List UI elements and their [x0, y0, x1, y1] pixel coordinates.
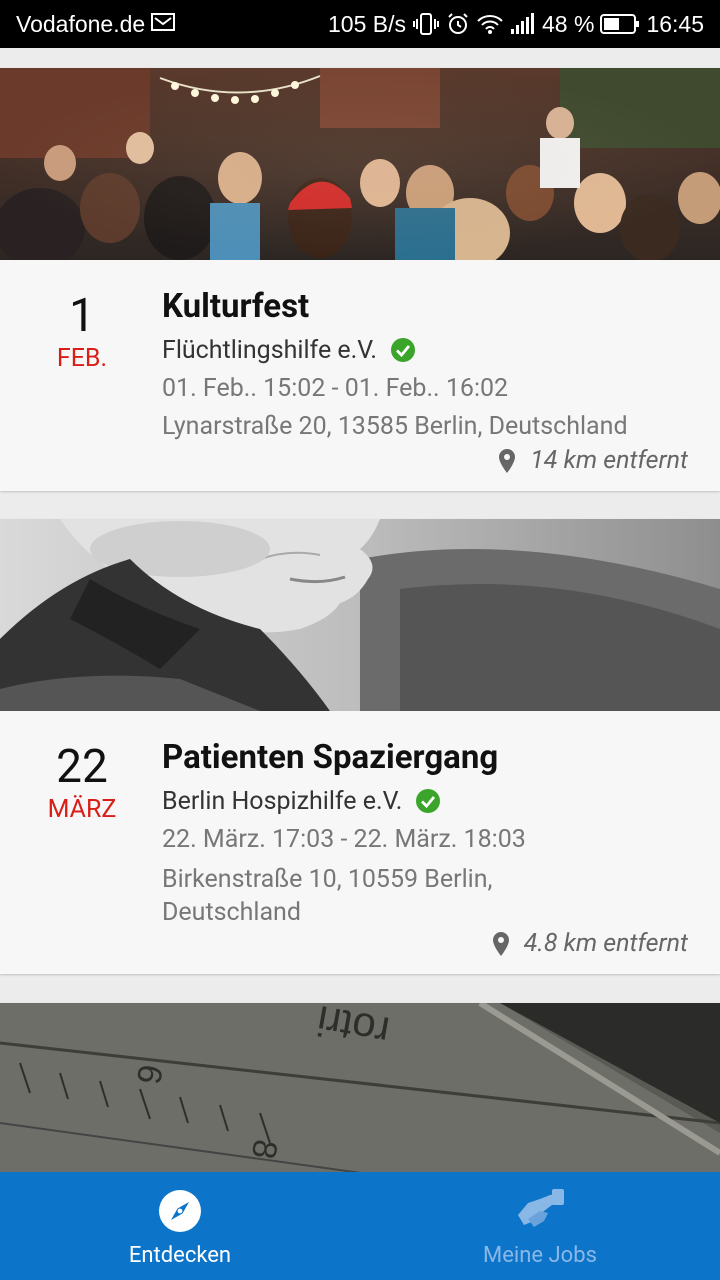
event-title[interactable]: Kulturfest [162, 284, 690, 330]
bottom-navigation: Entdecken Meine Jobs [0, 1172, 720, 1280]
vibrate-icon [412, 12, 440, 36]
distance-label: 14 km entfernt [530, 446, 688, 475]
event-distance: 4.8 km entfernt [492, 929, 688, 958]
clock: 16:45 [646, 10, 704, 37]
event-time-range: 01. Feb.. 15:02 - 01. Feb.. 16:02 [162, 374, 509, 403]
carrier-label: Vodafone.de [16, 10, 146, 37]
event-title[interactable]: Patienten Spaziergang [162, 735, 690, 781]
event-date: 22 MÄRZ [0, 741, 164, 827]
event-address-line2: Deutschland [162, 898, 301, 927]
wifi-icon [476, 13, 504, 35]
location-pin-icon [499, 448, 516, 473]
event-card[interactable]: 1 FEB. Kulturfest Flüchtlingshilfe e.V. … [0, 68, 720, 491]
battery-percent: 48 % [542, 10, 595, 37]
verified-check-icon [416, 789, 441, 813]
event-day: 22 [56, 740, 108, 794]
net-speed: 105 B/s [328, 10, 406, 37]
event-date: 1 FEB. [0, 290, 164, 376]
nav-tab-my-jobs[interactable]: Meine Jobs [360, 1172, 720, 1280]
ruler-photo: 6 8 rotri [0, 1003, 720, 1172]
message-icon [151, 11, 176, 38]
event-info: Kulturfest Flüchtlingshilfe e.V. 01. Feb… [162, 284, 690, 446]
event-address: Birkenstraße 10, 10559 Berlin, [162, 865, 493, 894]
handshake-icon [518, 1188, 564, 1227]
location-pin-icon [492, 931, 509, 956]
nav-tab-discover[interactable]: Entdecken [0, 1172, 360, 1280]
organization-name[interactable]: Berlin Hospizhilfe e.V. [162, 787, 402, 816]
event-info: Patienten Spaziergang Berlin Hospizhilfe… [162, 735, 690, 929]
nav-label-discover: Entdecken [128, 1242, 232, 1268]
elderly-woman-photo [0, 519, 720, 711]
battery-icon [600, 13, 640, 35]
event-card[interactable]: 6 8 rotri [0, 1003, 720, 1172]
event-day: 1 [69, 289, 95, 343]
event-month: FEB. [56, 344, 108, 373]
event-feed[interactable]: 1 FEB. Kulturfest Flüchtlingshilfe e.V. … [0, 48, 720, 1172]
status-bar: Vodafone.de 105 B/s 48 % 16:45 [0, 0, 720, 48]
alarm-icon [446, 12, 470, 36]
event-distance: 14 km entfernt [498, 446, 688, 475]
event-time-range: 22. März. 17:03 - 22. März. 18:03 [162, 825, 526, 854]
event-address: Lynarstraße 20, 13585 Berlin, Deutschlan… [162, 412, 628, 441]
compass-icon [159, 1189, 201, 1232]
event-card[interactable]: 22 MÄRZ Patienten Spaziergang Berlin Hos… [0, 519, 720, 974]
verified-check-icon [391, 338, 416, 362]
organization-name[interactable]: Flüchtlingshilfe e.V. [162, 336, 377, 365]
nav-label-my-jobs: Meine Jobs [483, 1242, 597, 1268]
crowd-photo [0, 68, 720, 260]
signal-icon [510, 13, 536, 35]
distance-label: 4.8 km entfernt [523, 929, 688, 958]
event-month: MÄRZ [47, 795, 117, 824]
